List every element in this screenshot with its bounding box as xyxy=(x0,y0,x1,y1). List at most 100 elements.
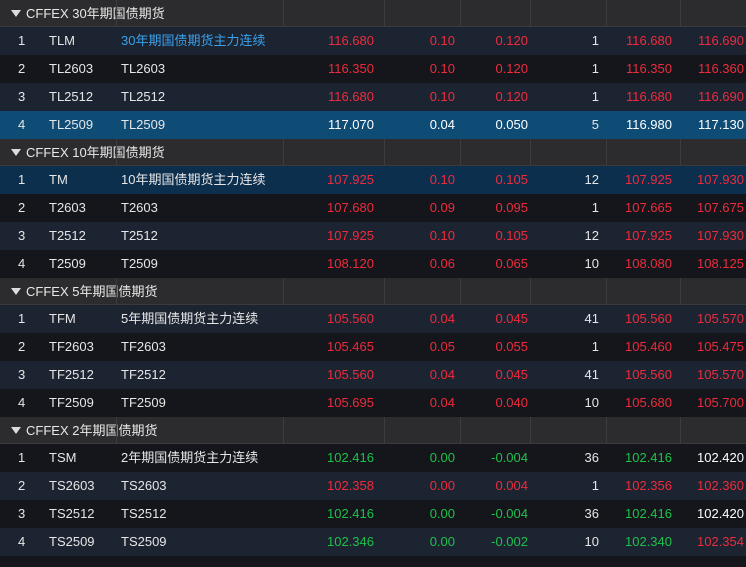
table-row[interactable]: 3 TS2512 TS2512 102.416 0.00 -0.004 36 102.416 1… xyxy=(0,500,746,528)
contract-code: T2509 xyxy=(49,256,86,271)
contract-name: 30年期国债期货主力连续 xyxy=(121,33,266,48)
last-price: 117.070 xyxy=(327,117,374,132)
last-price: 102.346 xyxy=(327,534,374,549)
bid-price: 116.980 xyxy=(625,117,672,132)
bid-price: 107.925 xyxy=(625,172,672,187)
change-percent: 0.040 xyxy=(495,395,528,410)
table-row[interactable]: 3 TF2512 TF2512 105.560 0.04 0.045 41 105.560 10… xyxy=(0,361,746,389)
contract-code: TF2512 xyxy=(49,367,94,382)
row-index: 2 xyxy=(18,61,26,76)
last-price: 107.680 xyxy=(327,200,374,215)
volume: 10 xyxy=(584,256,599,271)
ask-price: 107.675 xyxy=(697,200,744,215)
contract-code: TFM xyxy=(49,311,76,326)
change-percent: 0.105 xyxy=(495,172,528,187)
contract-name: TS2509 xyxy=(121,534,167,549)
price-change: 0.04 xyxy=(429,395,455,410)
contract-name: 10年期国债期货主力连续 xyxy=(121,172,266,187)
change-percent: 0.095 xyxy=(495,200,528,215)
table-row[interactable]: 4 T2509 T2509 108.120 0.06 0.065 10 108.080 108.… xyxy=(0,250,746,278)
column-divider xyxy=(680,0,681,26)
contract-name: T2509 xyxy=(121,256,158,271)
column-divider xyxy=(283,417,284,443)
last-price: 102.358 xyxy=(327,478,374,493)
bid-price: 105.680 xyxy=(625,395,672,410)
column-divider xyxy=(606,417,607,443)
row-index: 4 xyxy=(18,256,26,271)
contract-name: TS2603 xyxy=(121,478,167,493)
change-percent: -0.002 xyxy=(491,534,528,549)
ask-price: 116.690 xyxy=(697,89,744,104)
change-percent: 0.105 xyxy=(495,228,528,243)
group-title: CFFEX 5年期国债期货 xyxy=(26,284,158,299)
ask-price: 105.570 xyxy=(697,311,744,326)
volume: 36 xyxy=(584,450,599,465)
column-divider xyxy=(530,278,531,304)
column-divider xyxy=(530,0,531,26)
table-row[interactable]: 1 TSM 2年期国债期货主力连续 102.416 0.00 -0.004 36 102.41… xyxy=(0,444,746,472)
row-index: 1 xyxy=(18,172,26,187)
bid-price: 116.680 xyxy=(625,89,672,104)
ask-price: 108.125 xyxy=(697,256,744,271)
group-title: CFFEX 30年期国债期货 xyxy=(26,6,165,21)
ask-price: 107.930 xyxy=(697,228,744,243)
ask-price: 105.570 xyxy=(697,367,744,382)
table-row[interactable]: 4 TF2509 TF2509 105.695 0.04 0.040 10 105.680 10… xyxy=(0,389,746,417)
column-divider xyxy=(680,417,681,443)
collapse-triangle-icon[interactable] xyxy=(11,149,21,157)
table-row[interactable]: 2 TF2603 TF2603 105.465 0.05 0.055 1 105.460 105… xyxy=(0,333,746,361)
column-divider xyxy=(283,139,284,165)
contract-code: TF2509 xyxy=(49,395,94,410)
ask-price: 107.930 xyxy=(697,172,744,187)
group-title: CFFEX 2年期国债期货 xyxy=(26,423,158,438)
last-price: 105.465 xyxy=(327,339,374,354)
table-row[interactable]: 1 TFM 5年期国债期货主力连续 105.560 0.04 0.045 41 105.560… xyxy=(0,305,746,333)
group-header[interactable]: CFFEX 10年期国债期货 xyxy=(0,139,746,166)
contract-code: TS2512 xyxy=(49,506,95,521)
table-row[interactable]: 3 TL2512 TL2512 116.680 0.10 0.120 1 116.680 116… xyxy=(0,83,746,111)
volume: 36 xyxy=(584,506,599,521)
change-percent: -0.004 xyxy=(491,506,528,521)
table-row[interactable]: 4 TS2509 TS2509 102.346 0.00 -0.002 10 102.340 1… xyxy=(0,528,746,556)
table-row[interactable]: 2 TS2603 TS2603 102.358 0.00 0.004 1 102.356 102… xyxy=(0,472,746,500)
volume: 10 xyxy=(584,534,599,549)
group-header[interactable]: CFFEX 5年期国债期货 xyxy=(0,278,746,305)
contract-code: TS2603 xyxy=(49,478,95,493)
last-price: 116.680 xyxy=(327,89,374,104)
price-change: 0.00 xyxy=(429,450,455,465)
column-divider xyxy=(680,278,681,304)
group-header[interactable]: CFFEX 30年期国债期货 xyxy=(0,0,746,27)
last-price: 116.350 xyxy=(327,61,374,76)
table-row[interactable]: 3 T2512 T2512 107.925 0.10 0.105 12 107.925 107.… xyxy=(0,222,746,250)
collapse-triangle-icon[interactable] xyxy=(11,10,21,18)
last-price: 105.695 xyxy=(327,395,374,410)
table-row[interactable]: 2 T2603 T2603 107.680 0.09 0.095 1 107.665 107.6… xyxy=(0,194,746,222)
contract-name: 2年期国债期货主力连续 xyxy=(121,450,259,465)
last-price: 116.680 xyxy=(327,33,374,48)
contract-code: TS2509 xyxy=(49,534,95,549)
last-price: 102.416 xyxy=(327,506,374,521)
volume: 41 xyxy=(584,367,599,382)
column-divider xyxy=(283,278,284,304)
table-row[interactable]: 1 TLM 30年期国债期货主力连续 116.680 0.10 0.120 1 116.680… xyxy=(0,27,746,55)
volume: 1 xyxy=(591,339,599,354)
ask-price: 102.420 xyxy=(697,506,744,521)
group-header[interactable]: CFFEX 2年期国债期货 xyxy=(0,417,746,444)
row-index: 2 xyxy=(18,200,26,215)
contract-code: TL2603 xyxy=(49,61,94,76)
price-change: 0.04 xyxy=(429,367,455,382)
table-row[interactable]: 4 TL2509 TL2509 117.070 0.04 0.050 5 116.980 117… xyxy=(0,111,746,139)
row-index: 4 xyxy=(18,117,26,132)
price-change: 0.10 xyxy=(429,33,455,48)
contract-name: TF2509 xyxy=(121,395,166,410)
collapse-triangle-icon[interactable] xyxy=(11,288,21,296)
table-row[interactable]: 2 TL2603 TL2603 116.350 0.10 0.120 1 116.350 116… xyxy=(0,55,746,83)
contract-name: TL2512 xyxy=(121,89,166,104)
contract-code: TL2512 xyxy=(49,89,94,104)
table-row[interactable]: 1 TM 10年期国债期货主力连续 107.925 0.10 0.105 12 107.925… xyxy=(0,166,746,194)
bid-price: 102.356 xyxy=(625,478,672,493)
collapse-triangle-icon[interactable] xyxy=(11,427,21,435)
contract-code: T2603 xyxy=(49,200,86,215)
column-divider xyxy=(460,139,461,165)
column-divider xyxy=(384,417,385,443)
